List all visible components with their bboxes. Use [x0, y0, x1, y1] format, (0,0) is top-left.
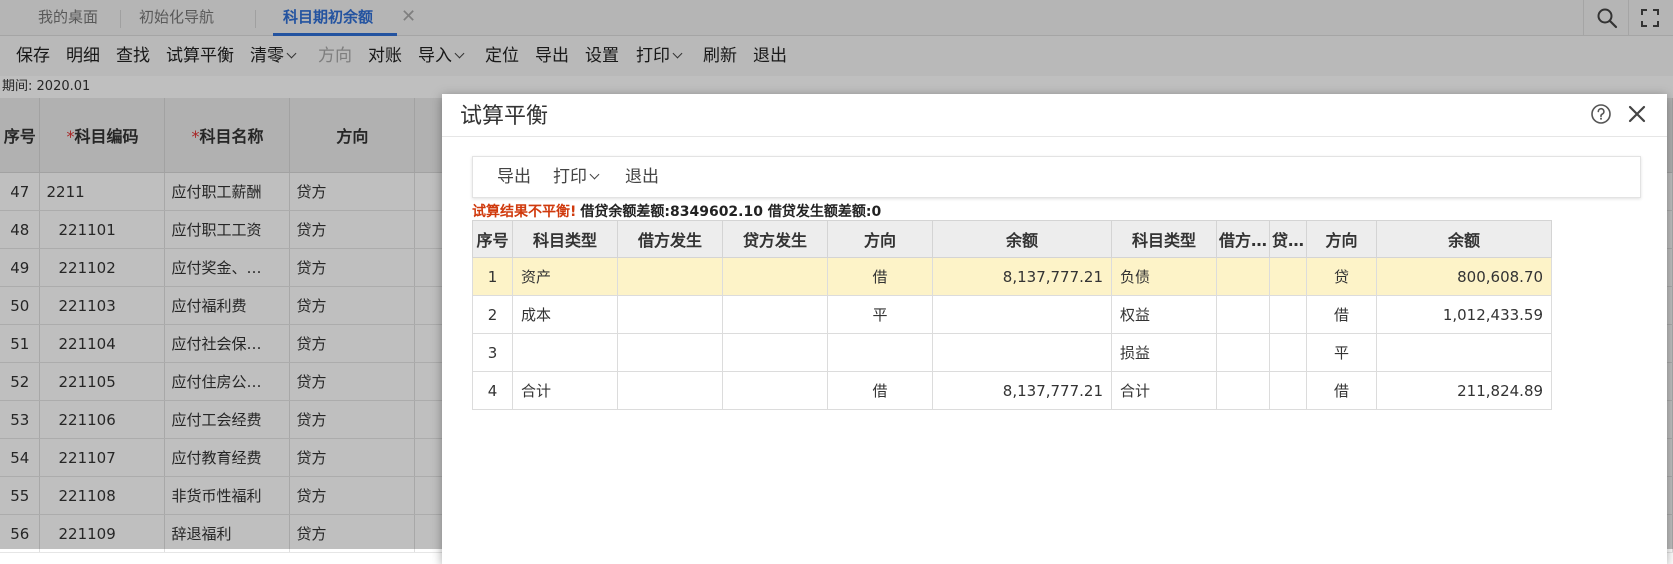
- seq-cell[interactable]: 2: [472, 295, 513, 334]
- credit-cell[interactable]: [1269, 257, 1308, 296]
- debit-cell[interactable]: [617, 371, 723, 410]
- header-account-type-2[interactable]: 科目类型: [1111, 220, 1217, 258]
- trial-balance-body: 1 资产借 8,137,777.21 负债贷 800,608.70 2 成本平权益借 1,01…: [472, 257, 1553, 410]
- balance-cell[interactable]: 8,137,777.21: [932, 257, 1112, 296]
- seq-cell[interactable]: 3: [472, 333, 513, 372]
- direction-cell[interactable]: 借: [827, 371, 933, 410]
- dialog-print-dropdown[interactable]: 打印: [553, 157, 600, 197]
- debit-cell[interactable]: [1215, 295, 1271, 334]
- direction-cell[interactable]: [827, 333, 933, 372]
- account-type-cell[interactable]: 负债: [1111, 257, 1217, 296]
- balance-cell[interactable]: 800,608.70: [1376, 257, 1553, 296]
- account-type-cell[interactable]: 权益: [1111, 295, 1217, 334]
- debit-cell[interactable]: [617, 257, 723, 296]
- header-debit-2[interactable]: 借方…: [1215, 220, 1271, 258]
- account-type-cell[interactable]: [512, 333, 618, 372]
- debit-cell[interactable]: [1215, 333, 1271, 372]
- chevron-down-icon: [589, 169, 600, 180]
- account-type-cell[interactable]: 损益: [1111, 333, 1217, 372]
- help-icon[interactable]: [1590, 103, 1612, 125]
- account-type-cell[interactable]: 合计: [1111, 371, 1217, 410]
- credit-cell[interactable]: [722, 295, 828, 334]
- header-account-type[interactable]: 科目类型: [512, 220, 618, 258]
- credit-cell[interactable]: [1269, 371, 1308, 410]
- table-row[interactable]: 2 成本 平 权益 借 1,012,433.59: [472, 295, 1553, 334]
- header-balance[interactable]: 余额: [932, 220, 1112, 258]
- credit-cell[interactable]: [1269, 295, 1308, 334]
- balance-cell[interactable]: 1,012,433.59: [1376, 295, 1553, 334]
- credit-cell[interactable]: [722, 333, 828, 372]
- trial-result-message: 试算结果不平衡! 借贷余额差额:8349602.10 借贷发生额差额:0: [472, 202, 881, 222]
- trial-balance-dialog: 试算平衡 导出 打印 退出 试算结果不平衡! 借贷余额差额:8349602.10 …: [442, 94, 1667, 564]
- dialog-export-button[interactable]: 导出: [497, 157, 531, 197]
- dialog-title: 试算平衡: [460, 104, 549, 129]
- close-icon[interactable]: [1625, 102, 1649, 126]
- dialog-print-label: 打印: [553, 167, 587, 187]
- header-direction-2[interactable]: 方向: [1306, 220, 1378, 258]
- debit-cell[interactable]: [1215, 371, 1271, 410]
- result-status: 试算结果不平衡!: [472, 204, 577, 220]
- table-header-row: 序号 科目类型 借方发生 贷方发生 方向 余额 科目类型 借方… 贷… 方向 余额: [472, 220, 1553, 258]
- header-direction[interactable]: 方向: [827, 220, 933, 258]
- balance-cell[interactable]: [932, 295, 1112, 334]
- account-type-cell[interactable]: 成本: [512, 295, 618, 334]
- debit-cell[interactable]: [1215, 257, 1271, 296]
- dialog-exit-button[interactable]: 退出: [625, 157, 659, 197]
- balance-cell[interactable]: [932, 333, 1112, 372]
- header-balance-2[interactable]: 余额: [1376, 220, 1553, 258]
- credit-cell[interactable]: [1269, 333, 1308, 372]
- seq-cell[interactable]: 1: [472, 257, 513, 296]
- balance-cell[interactable]: [1376, 333, 1553, 372]
- seq-cell[interactable]: 4: [472, 371, 513, 410]
- direction-cell[interactable]: 贷: [1306, 257, 1378, 296]
- account-type-cell[interactable]: 合计: [512, 371, 618, 410]
- dialog-divider: [442, 136, 1667, 137]
- debit-cell[interactable]: [617, 333, 723, 372]
- direction-cell[interactable]: 借: [1306, 371, 1378, 410]
- credit-cell[interactable]: [722, 371, 828, 410]
- direction-cell[interactable]: 借: [1306, 295, 1378, 334]
- table-row[interactable]: 3 损益 平: [472, 333, 1553, 372]
- trial-balance-table: 序号 科目类型 借方发生 贷方发生 方向 余额 科目类型 借方… 贷… 方向 余额 1 资产借 8,13…: [472, 220, 1553, 410]
- account-type-cell[interactable]: 资产: [512, 257, 618, 296]
- balance-cell[interactable]: 211,824.89: [1376, 371, 1553, 410]
- debit-cell[interactable]: [617, 295, 723, 334]
- header-credit-2[interactable]: 贷…: [1269, 220, 1308, 258]
- balance-cell[interactable]: 8,137,777.21: [932, 371, 1112, 410]
- credit-cell[interactable]: [722, 257, 828, 296]
- header-debit[interactable]: 借方发生: [617, 220, 723, 258]
- direction-cell[interactable]: 平: [827, 295, 933, 334]
- dialog-toolbar: 导出 打印 退出: [472, 156, 1641, 198]
- result-difference: 借贷余额差额:8349602.10 借贷发生额差额:0: [580, 204, 882, 220]
- header-seq[interactable]: 序号: [472, 220, 513, 258]
- direction-cell[interactable]: 平: [1306, 333, 1378, 372]
- header-credit[interactable]: 贷方发生: [722, 220, 828, 258]
- direction-cell[interactable]: 借: [827, 257, 933, 296]
- table-row[interactable]: 1 资产 借 8,137,777.21 负债 贷 800,608.70: [472, 257, 1553, 296]
- table-row[interactable]: 4 合计借 8,137,777.21 合计借 211,824.89: [472, 371, 1553, 410]
